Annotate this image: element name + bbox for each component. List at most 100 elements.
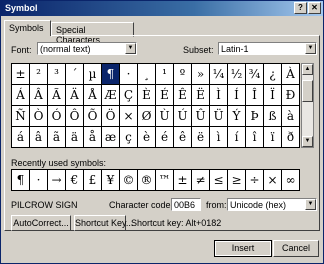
symbol-cell[interactable]: Ü [210,106,228,127]
character-name: PILCROW SIGN [11,200,78,210]
autocorrect-button[interactable]: AutoCorrect... [11,215,71,231]
symbol-cell[interactable]: á [12,127,30,148]
recent-symbol-cell[interactable]: ≠ [192,170,210,191]
symbol-cell[interactable]: ê [174,127,192,148]
recent-symbol-cell[interactable]: € [66,170,84,191]
symbol-cell[interactable]: é [156,127,174,148]
symbol-cell[interactable]: Û [192,106,210,127]
symbol-cell[interactable]: ì [210,127,228,148]
font-dropdown[interactable]: (normal text) ▼ [37,42,137,55]
symbol-cell[interactable]: Ð [282,85,300,106]
symbol-cell[interactable]: â [30,127,48,148]
symbol-cell[interactable]: · [120,64,138,85]
title-bar[interactable]: Symbol ? ✕ [1,1,323,16]
symbol-cell[interactable]: Ò [30,106,48,127]
symbol-cell[interactable]: ë [192,127,210,148]
symbol-cell[interactable]: ¿ [264,64,282,85]
symbol-cell[interactable]: Ú [174,106,192,127]
recent-symbol-cell[interactable]: ∞ [282,170,300,191]
symbol-cell[interactable]: Ã [48,85,66,106]
recent-symbol-cell[interactable]: × [264,170,282,191]
symbol-cell[interactable]: Â [30,85,48,106]
symbol-cell[interactable]: ð [282,127,300,148]
symbol-cell[interactable]: Î [246,85,264,106]
symbol-cell[interactable]: Ä [66,85,84,106]
symbol-cell[interactable]: ² [30,64,48,85]
window-title: Symbol [5,3,38,13]
symbol-cell[interactable]: à [282,106,300,127]
symbol-cell[interactable]: ä [66,127,84,148]
symbol-cell[interactable]: º [174,64,192,85]
symbol-cell[interactable]: Õ [84,106,102,127]
symbol-cell[interactable]: ´ [66,64,84,85]
symbol-cell[interactable]: À [282,64,300,85]
close-button[interactable]: ✕ [308,2,321,14]
symbol-cell[interactable]: É [156,85,174,106]
symbol-cell[interactable]: Æ [102,85,120,106]
recent-symbol-cell[interactable]: ≤ [210,170,228,191]
symbol-cell[interactable]: ½ [228,64,246,85]
symbol-cell[interactable]: ã [48,127,66,148]
cancel-button[interactable]: Cancel [273,240,319,257]
scroll-thumb[interactable] [302,80,313,102]
scroll-down-icon[interactable]: ▼ [302,136,313,147]
symbol-cell[interactable]: î [246,127,264,148]
insert-button[interactable]: Insert [214,240,272,257]
symbol-cell[interactable]: è [138,127,156,148]
symbol-cell[interactable]: ± [12,64,30,85]
recent-symbol-cell[interactable]: → [48,170,66,191]
recent-symbol-cell[interactable]: · [30,170,48,191]
symbol-cell[interactable]: Ó [48,106,66,127]
symbol-cell[interactable]: Í [228,85,246,106]
symbol-cell[interactable]: Å [84,85,102,106]
symbol-cell[interactable]: µ [84,64,102,85]
recent-symbol-cell[interactable]: © [120,170,138,191]
symbol-cell[interactable]: Ç [120,85,138,106]
symbol-cell[interactable]: × [120,106,138,127]
subset-dropdown[interactable]: Latin-1 ▼ [218,42,317,55]
char-code-field[interactable]: 00B6 [171,198,201,211]
tab-symbols[interactable]: Symbols [4,20,51,36]
symbol-grid-scrollbar[interactable]: ▲ ▼ [301,63,314,148]
symbol-cell[interactable]: ç [120,127,138,148]
recent-symbol-cell[interactable]: ≥ [228,170,246,191]
symbol-cell[interactable]: ³ [48,64,66,85]
recent-symbol-cell[interactable]: ¶ [12,170,30,191]
scroll-up-icon[interactable]: ▲ [302,64,313,75]
symbol-cell[interactable]: Ý [228,106,246,127]
symbol-cell[interactable]: Ö [102,106,120,127]
font-label: Font: [11,45,32,55]
symbol-cell[interactable]: Ô [66,106,84,127]
symbol-cell[interactable]: » [192,64,210,85]
shortcut-key-button[interactable]: Shortcut Key... [74,215,133,231]
symbol-cell[interactable]: ¹ [156,64,174,85]
recent-symbol-cell[interactable]: ¥ [102,170,120,191]
symbol-cell[interactable]: Ù [156,106,174,127]
symbol-cell[interactable]: æ [102,127,120,148]
symbol-cell[interactable]: Ñ [12,106,30,127]
symbol-cell[interactable]: ï [264,127,282,148]
symbol-cell[interactable]: ¾ [246,64,264,85]
symbol-cell[interactable]: í [228,127,246,148]
symbol-cell[interactable]: È [138,85,156,106]
symbol-cell[interactable]: Á [12,85,30,106]
symbol-cell[interactable]: Þ [246,106,264,127]
recent-symbol-cell[interactable]: ® [138,170,156,191]
help-button[interactable]: ? [294,2,307,14]
symbol-cell[interactable]: ß [264,106,282,127]
symbol-cell[interactable]: Ì [210,85,228,106]
symbol-cell[interactable]: Ø [138,106,156,127]
recent-symbol-cell[interactable]: £ [84,170,102,191]
symbol-cell[interactable]: Ë [192,85,210,106]
recent-symbol-cell[interactable]: ™ [156,170,174,191]
symbol-cell[interactable]: Ê [174,85,192,106]
recent-symbol-cell[interactable]: ± [174,170,192,191]
symbol-cell[interactable]: ¼ [210,64,228,85]
from-dropdown[interactable]: Unicode (hex) ▼ [227,198,317,211]
char-code-label: Character code: [109,200,174,210]
symbol-cell[interactable]: å [84,127,102,148]
symbol-cell[interactable]: ¸ [138,64,156,85]
symbol-cell[interactable]: ¶ [102,64,120,85]
symbol-cell[interactable]: Ï [264,85,282,106]
recent-symbol-cell[interactable]: ÷ [246,170,264,191]
